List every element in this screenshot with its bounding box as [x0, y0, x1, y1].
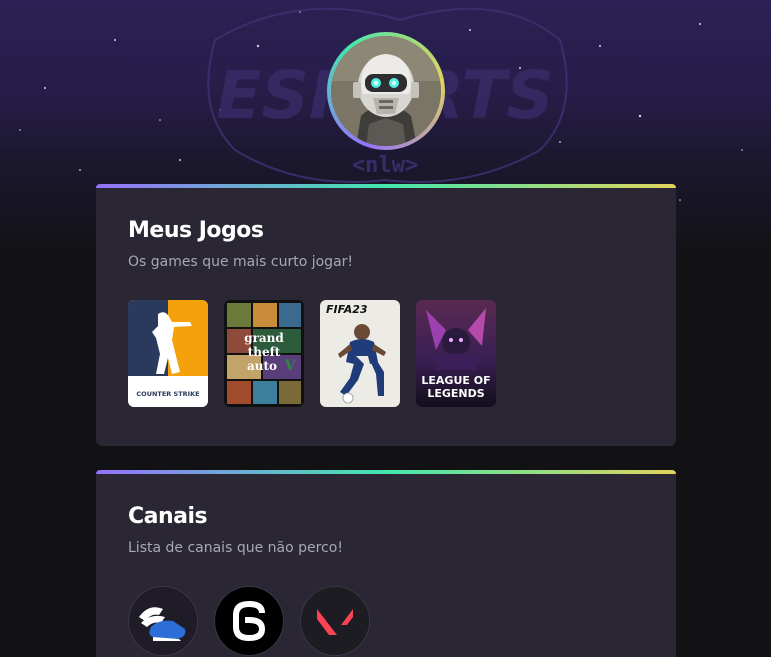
- svg-text:V: V: [284, 358, 297, 374]
- counter-strike-cover[interactable]: COUNTER STRIKE: [128, 300, 208, 407]
- games-section-subtitle: Os games que mais curto jogar!: [128, 254, 354, 270]
- lol-cover-text-line2: LEGENDS: [427, 387, 484, 400]
- watermark-logo-subtext: <nlw>: [352, 153, 418, 178]
- fifa-23-cover[interactable]: FIFA23: [320, 300, 400, 407]
- svg-text:grand: grand: [244, 331, 284, 345]
- channels-section-title: Canais: [128, 504, 208, 529]
- channels-list: [128, 586, 370, 656]
- fifa-23-cover-text: FIFA23: [326, 303, 368, 316]
- winged-shoe-channel-icon[interactable]: [128, 586, 198, 656]
- games-list: COUNTER STRIKE grand theft auto V FIFA23…: [128, 300, 496, 407]
- channels-section-subtitle: Lista de canais que não perco!: [128, 540, 343, 556]
- games-card: Meus Jogos Os games que mais curto jogar…: [96, 184, 676, 446]
- svg-text:theft: theft: [248, 345, 281, 359]
- counter-strike-cover-text: COUNTER STRIKE: [136, 390, 199, 398]
- svg-text:auto: auto: [247, 359, 277, 373]
- gta-v-cover[interactable]: grand theft auto V: [224, 300, 304, 407]
- profile-avatar: [327, 32, 445, 150]
- league-of-legends-cover[interactable]: LEAGUE OF LEGENDS: [416, 300, 496, 407]
- channels-card: Canais Lista de canais que não perco!: [96, 470, 676, 657]
- robot-soldier-avatar-icon: [331, 36, 441, 146]
- games-section-title: Meus Jogos: [128, 218, 264, 243]
- lol-cover-text-line1: LEAGUE OF: [421, 374, 490, 387]
- rainbow-six-channel-icon[interactable]: [214, 586, 284, 656]
- valorant-channel-icon[interactable]: [300, 586, 370, 656]
